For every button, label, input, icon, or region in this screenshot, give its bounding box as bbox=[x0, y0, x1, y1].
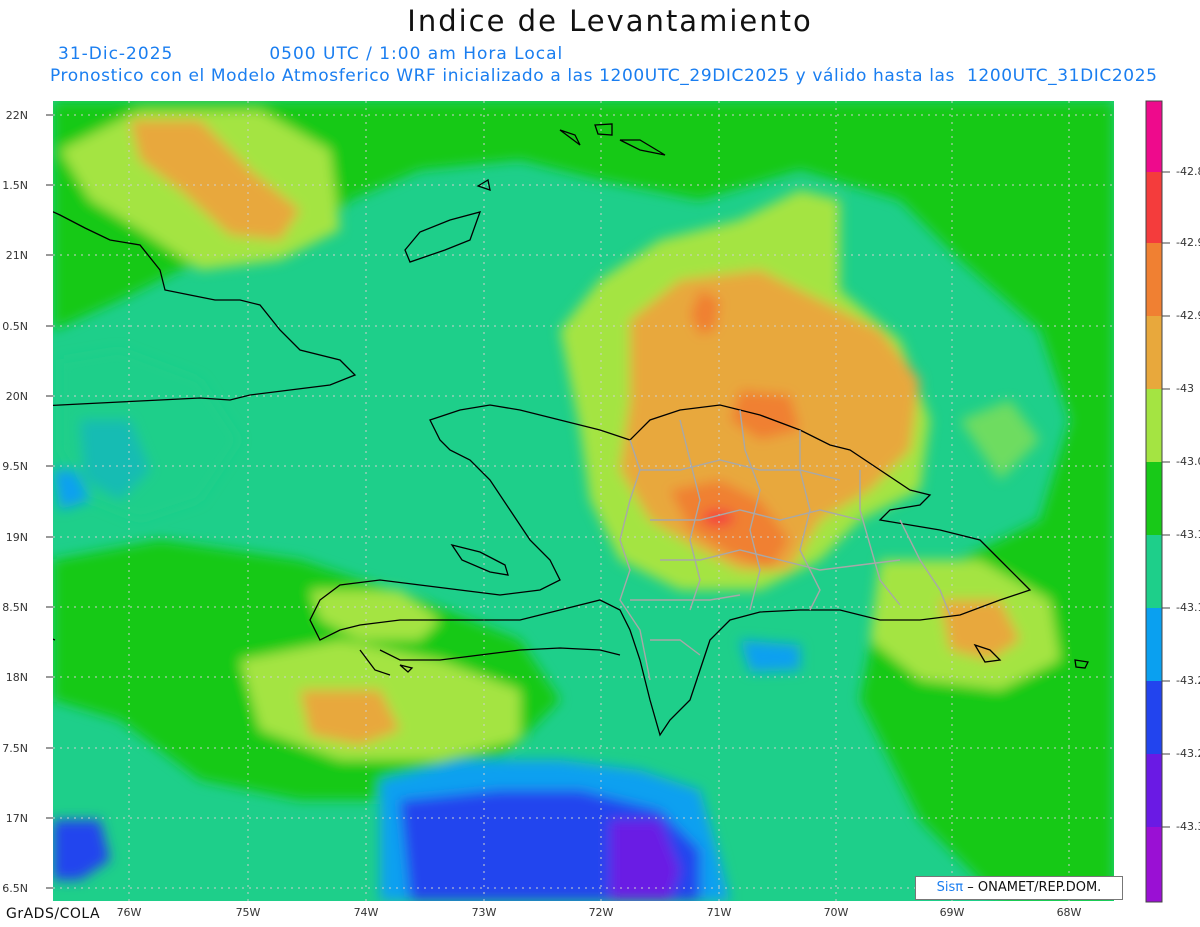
credit-box: Sisπ – ONAMET/REP.DOM. bbox=[915, 876, 1123, 900]
colorbar-label: -43.1 bbox=[1176, 528, 1200, 541]
software-label: GrADS/COLA bbox=[6, 906, 101, 922]
lon-label: 75W bbox=[235, 906, 261, 919]
colorbar bbox=[1145, 100, 1170, 903]
lon-label: 70W bbox=[823, 906, 849, 919]
lat-label: 9.5N bbox=[2, 460, 28, 473]
lon-label: 74W bbox=[353, 906, 379, 919]
lon-label: 72W bbox=[588, 906, 614, 919]
lon-label: 68W bbox=[1056, 906, 1082, 919]
colorbar-label: -43.1 bbox=[1176, 601, 1200, 614]
colorbar-label: -42.9 bbox=[1176, 309, 1200, 322]
lifted-index-map bbox=[46, 100, 1170, 903]
colorbar-label: -42.9 bbox=[1176, 236, 1200, 249]
lat-label: 1.5N bbox=[2, 179, 28, 192]
lon-label: 73W bbox=[471, 906, 497, 919]
lat-label: 20N bbox=[5, 390, 28, 403]
lat-label: 8.5N bbox=[2, 601, 28, 614]
lat-label: 17N bbox=[5, 812, 28, 825]
colorbar-label: -43.3 bbox=[1176, 820, 1200, 833]
colorbar-label: -43.2 bbox=[1176, 747, 1200, 760]
colorbar-label: -43.2 bbox=[1176, 674, 1200, 687]
lon-label: 76W bbox=[116, 906, 142, 919]
credit-brand: Sisπ bbox=[936, 880, 964, 895]
lon-label: 71W bbox=[706, 906, 732, 919]
colorbar-label: -43.0 bbox=[1176, 455, 1200, 468]
colorbar-label: -43 bbox=[1176, 382, 1194, 395]
lat-label: 0.5N bbox=[2, 320, 28, 333]
credit-text: – ONAMET/REP.DOM. bbox=[967, 880, 1102, 895]
lat-label: 21N bbox=[5, 249, 28, 262]
lat-ticks bbox=[46, 114, 53, 889]
lat-label: 19N bbox=[5, 531, 28, 544]
lat-label: 18N bbox=[5, 671, 28, 684]
lat-label: 7.5N bbox=[2, 742, 28, 755]
colorbar-label: -42.8 bbox=[1176, 165, 1200, 178]
lat-label: 6.5N bbox=[2, 882, 28, 895]
lat-label: 22N bbox=[5, 109, 28, 122]
lon-label: 69W bbox=[939, 906, 965, 919]
lifted-index-field bbox=[53, 101, 1114, 901]
